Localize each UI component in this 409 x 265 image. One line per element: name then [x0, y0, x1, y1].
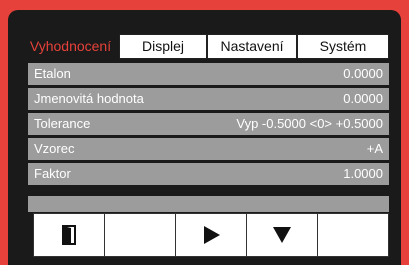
- softkey-2-button[interactable]: [104, 213, 176, 257]
- row-faktor[interactable]: Faktor 1.0000: [28, 163, 389, 185]
- row-label: Etalon: [34, 66, 71, 81]
- exit-button[interactable]: [33, 213, 105, 257]
- play-icon: [204, 226, 220, 244]
- row-tolerance[interactable]: Tolerance Vyp -0.5000 <0> +0.5000: [28, 113, 389, 135]
- status-bar: [28, 196, 389, 212]
- tab-bar: Vyhodnocení Displej Nastavení Systém: [22, 34, 389, 60]
- play-button[interactable]: [175, 213, 247, 257]
- softkey-bar: [33, 213, 389, 257]
- row-jmenovita-hodnota[interactable]: Jmenovitá hodnota 0.0000: [28, 88, 389, 110]
- row-label: Jmenovitá hodnota: [34, 91, 144, 106]
- row-value: 0.0000: [343, 91, 383, 106]
- tab-vyhodnoceni[interactable]: Vyhodnocení: [22, 34, 119, 59]
- tab-system[interactable]: Systém: [297, 34, 389, 59]
- row-etalon[interactable]: Etalon 0.0000: [28, 63, 389, 85]
- exit-door-icon: [62, 225, 76, 245]
- row-value: 1.0000: [343, 166, 383, 181]
- row-value: 0.0000: [343, 66, 383, 81]
- row-vzorec[interactable]: Vzorec +A: [28, 138, 389, 160]
- arrow-down-icon: [273, 227, 291, 243]
- tab-displej[interactable]: Displej: [119, 34, 207, 59]
- device-frame: Vyhodnocení Displej Nastavení Systém Eta…: [0, 0, 409, 265]
- row-value: +A: [366, 141, 383, 156]
- row-label: Tolerance: [34, 116, 91, 131]
- row-value: Vyp -0.5000 <0> +0.5000: [236, 116, 383, 131]
- softkey-5-button[interactable]: [317, 213, 389, 257]
- row-label: Faktor: [34, 166, 71, 181]
- row-label: Vzorec: [34, 141, 75, 156]
- tab-nastaveni[interactable]: Nastavení: [207, 34, 297, 59]
- parameter-list: Etalon 0.0000 Jmenovitá hodnota 0.0000 T…: [28, 63, 389, 188]
- down-button[interactable]: [246, 213, 318, 257]
